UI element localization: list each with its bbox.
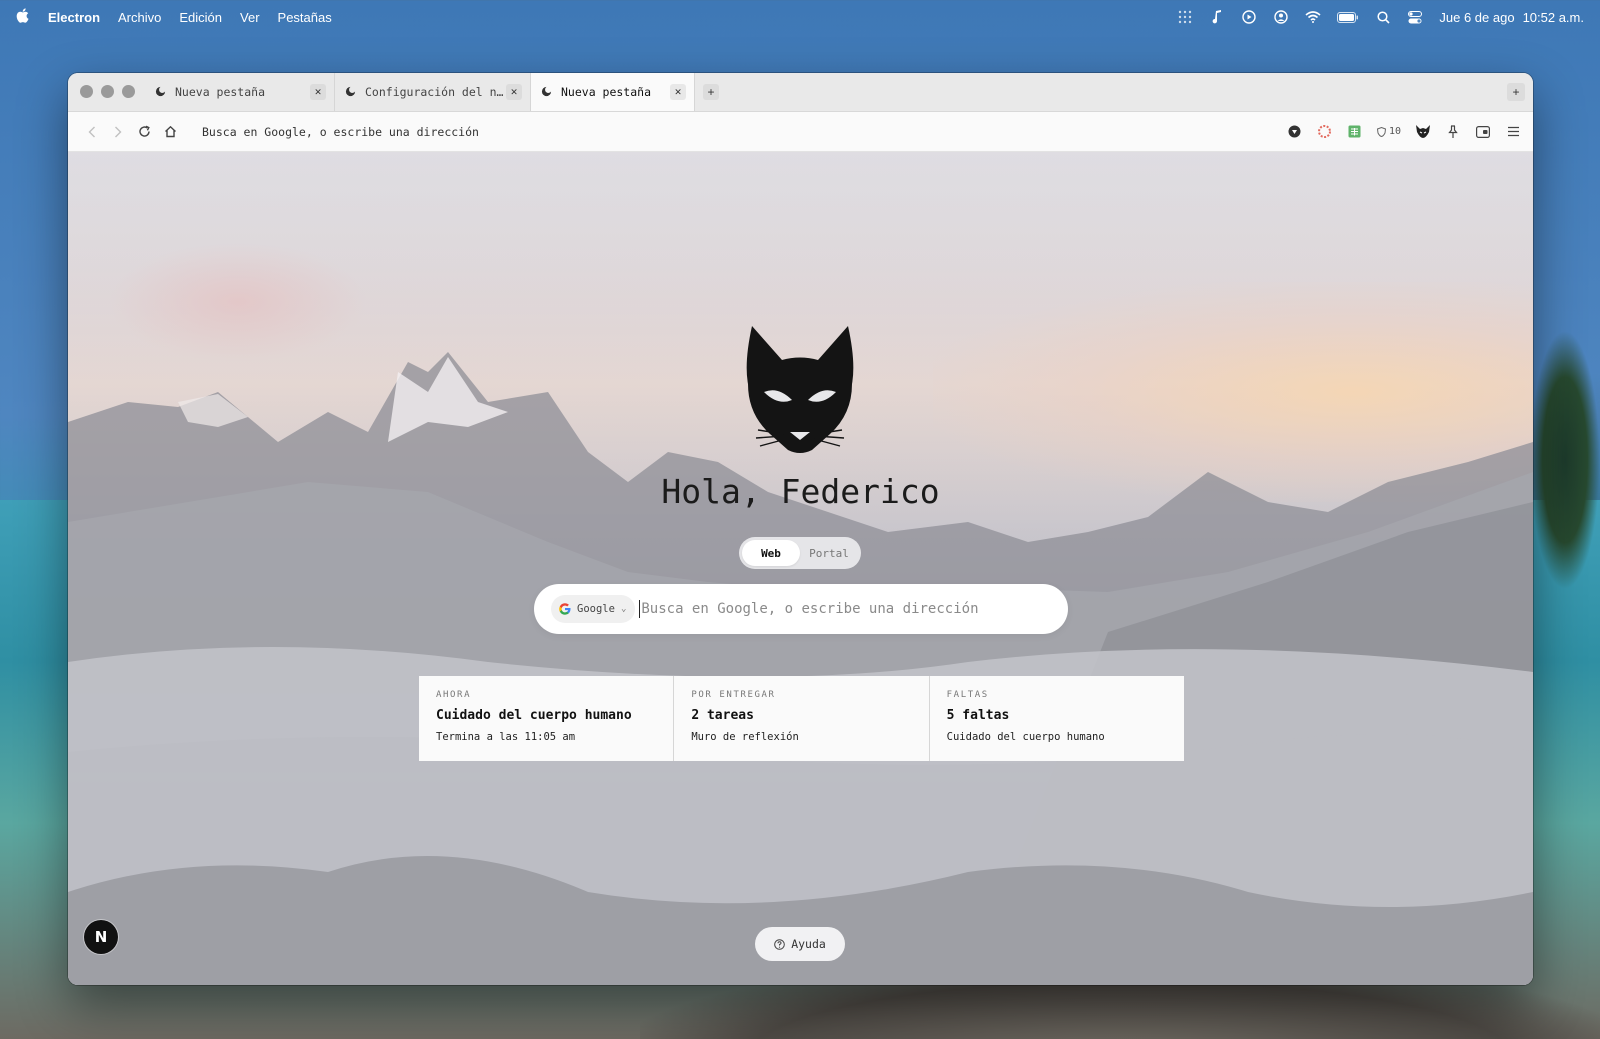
- window-controls: [68, 73, 145, 111]
- tab-favicon-icon: [345, 86, 357, 98]
- google-icon: [559, 603, 571, 615]
- address-bar[interactable]: Busca en Google, o escribe una dirección: [202, 125, 1287, 139]
- forward-button[interactable]: [110, 124, 126, 140]
- wifi-icon[interactable]: [1305, 9, 1321, 25]
- chevron-down-icon: ⌄: [620, 604, 627, 614]
- play-icon[interactable]: [1241, 9, 1257, 25]
- menu-app-name[interactable]: Electron: [48, 10, 100, 25]
- search-input[interactable]: [639, 600, 1054, 618]
- status-cards: AHORA Cuidado del cuerpo humano Termina …: [419, 676, 1184, 761]
- card-subtitle: Muro de reflexión: [691, 731, 799, 743]
- tab-title: Nueva pestaña: [175, 84, 266, 99]
- sidebar-toggle-icon[interactable]: [1475, 124, 1491, 140]
- menu-pestanas[interactable]: Pestañas: [278, 10, 332, 25]
- close-tab-button[interactable]: ✕: [670, 83, 686, 100]
- nextjs-badge[interactable]: N: [84, 920, 118, 954]
- launchpad-icon[interactable]: [1177, 9, 1193, 25]
- sheet-extension-icon[interactable]: [1347, 124, 1363, 140]
- user-icon[interactable]: [1273, 9, 1289, 25]
- extensions-area: 10: [1287, 124, 1521, 140]
- tab-bar: Nueva pestaña ✕ Configuración del n… ✕ N…: [68, 73, 1533, 112]
- mode-segmented-control: Web Portal: [739, 537, 861, 569]
- minimize-window-button[interactable]: [101, 85, 114, 98]
- back-button[interactable]: [84, 124, 100, 140]
- wallpaper-tree: [1530, 330, 1600, 590]
- card-subtitle: Termina a las 11:05 am: [436, 731, 576, 743]
- macos-menubar: Electron Archivo Edición Ver Pestañas Ju…: [0, 0, 1600, 34]
- greeting-title: Hola, Federico: [661, 472, 940, 511]
- menubar-date: Jue 6 de ago: [1439, 9, 1515, 25]
- search-engine-name: Google: [577, 603, 615, 615]
- new-tab-right-button[interactable]: +: [1507, 83, 1525, 101]
- close-tab-button[interactable]: ✕: [310, 83, 326, 100]
- segment-web[interactable]: Web: [742, 540, 800, 566]
- segment-portal[interactable]: Portal: [800, 540, 858, 566]
- pin-icon[interactable]: [1445, 124, 1461, 140]
- menu-edicion[interactable]: Edición: [179, 10, 222, 25]
- fox-extension-icon[interactable]: [1415, 124, 1431, 140]
- card-subtitle: Cuidado del cuerpo humano: [946, 731, 1105, 743]
- help-button[interactable]: Ayuda: [755, 927, 845, 961]
- color-wheel-extension-icon[interactable]: [1317, 124, 1333, 140]
- card-title: 5 faltas: [946, 708, 1010, 723]
- menu-ver[interactable]: Ver: [240, 10, 260, 25]
- browser-toolbar: Busca en Google, o escribe una dirección…: [68, 112, 1533, 152]
- menubar-time: 10:52 a.m.: [1522, 9, 1584, 25]
- search-engine-selector[interactable]: Google ⌄: [551, 595, 636, 623]
- home-button[interactable]: [162, 124, 178, 140]
- tab-title: Configuración del n…: [365, 84, 504, 99]
- fox-logo: [740, 322, 860, 462]
- help-icon: [774, 938, 785, 950]
- tab-nueva-pestana-1[interactable]: Nueva pestaña ✕: [145, 73, 335, 111]
- card-label: POR ENTREGAR: [691, 690, 776, 700]
- shield-count-value: 10: [1388, 126, 1401, 137]
- tab-configuracion[interactable]: Configuración del n… ✕: [335, 73, 531, 111]
- help-label: Ayuda: [791, 937, 826, 951]
- search-box: Google ⌄: [534, 584, 1068, 634]
- menu-icon[interactable]: [1505, 124, 1521, 140]
- shield-counter[interactable]: 10: [1376, 126, 1401, 137]
- battery-icon[interactable]: [1337, 9, 1359, 25]
- menubar-clock[interactable]: Jue 6 de ago 10:52 a.m.: [1439, 10, 1584, 25]
- new-tab-button[interactable]: +: [703, 84, 719, 100]
- tab-favicon-icon: [155, 86, 167, 98]
- browser-window: Nueva pestaña ✕ Configuración del n… ✕ N…: [68, 73, 1533, 985]
- music-icon[interactable]: [1209, 9, 1225, 25]
- tab-favicon-icon: [541, 86, 553, 98]
- card-label: FALTAS: [946, 690, 989, 700]
- card-title: 2 tareas: [691, 708, 754, 723]
- control-center-icon[interactable]: [1407, 9, 1423, 25]
- apple-menu-icon[interactable]: [16, 7, 30, 27]
- reload-button[interactable]: [136, 124, 152, 140]
- tab-title: Nueva pestaña: [561, 84, 652, 99]
- card-title: Cuidado del cuerpo humano: [436, 708, 632, 723]
- card-label: AHORA: [436, 690, 472, 700]
- zoom-window-button[interactable]: [122, 85, 135, 98]
- card-faltas[interactable]: FALTAS 5 faltas Cuidado del cuerpo human…: [930, 676, 1184, 761]
- card-por-entregar[interactable]: POR ENTREGAR 2 tareas Muro de reflexión: [674, 676, 930, 761]
- card-ahora[interactable]: AHORA Cuidado del cuerpo humano Termina …: [419, 676, 675, 761]
- spotlight-icon[interactable]: [1375, 9, 1391, 25]
- close-tab-button[interactable]: ✕: [506, 83, 522, 100]
- privacy-extension-icon[interactable]: [1287, 124, 1303, 140]
- close-window-button[interactable]: [80, 85, 93, 98]
- tab-nueva-pestana-active[interactable]: Nueva pestaña ✕: [531, 73, 695, 111]
- new-tab-page: Hola, Federico Web Portal Google ⌄ AHORA: [68, 152, 1533, 985]
- menu-archivo[interactable]: Archivo: [118, 10, 161, 25]
